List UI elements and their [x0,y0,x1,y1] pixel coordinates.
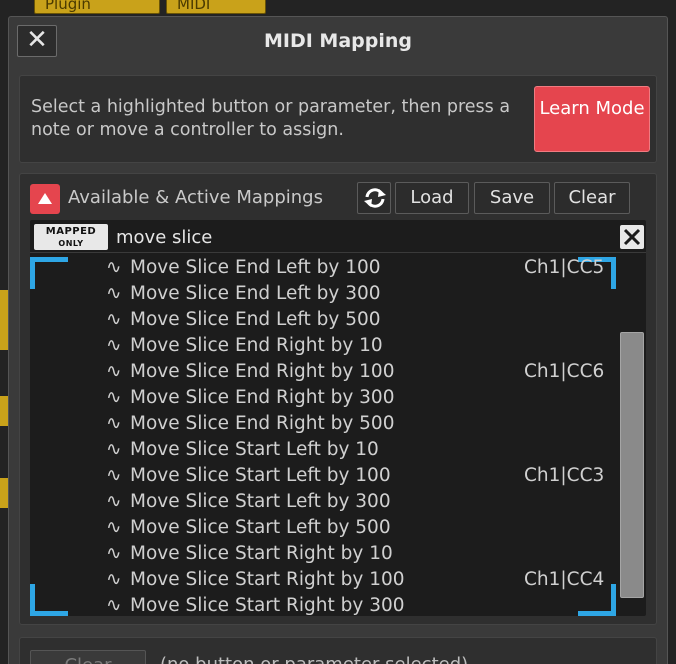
collapse-button[interactable] [30,184,60,214]
parameter-icon: ∿ [106,387,122,408]
info-panel: Select a highlighted button or parameter… [19,75,657,163]
clear-search-button[interactable] [620,225,644,249]
mapping-name: Move Slice End Right by 100 [130,361,395,382]
mapped-only-label: MAPPED [45,226,97,237]
clear-button[interactable]: Clear [554,182,630,214]
save-button[interactable]: Save [474,182,550,214]
section-label: Available & Active Mappings [68,187,323,208]
list-item[interactable]: ∿ Move Slice Start Left by 300 [30,490,618,516]
selection-status: (no button or parameter selected) [160,654,468,664]
background-tab-plugin[interactable]: Plugin [34,0,160,14]
mapping-assignment: Ch1|CC5 [524,257,605,278]
list-item[interactable]: ∿ Move Slice Start Right by 100 Ch1|CC4 [30,568,618,594]
mappings-list: MAPPED ONLY ∿ Move Slice End Left by 100 C… [30,220,646,616]
mapping-name: Move Slice Start Left by 300 [130,491,391,512]
mapping-rows: ∿ Move Slice End Left by 100 Ch1|CC5 ∿ Move … [30,256,618,620]
parameter-icon: ∿ [106,569,122,590]
mapping-name: Move Slice End Left by 100 [130,257,381,278]
background-tab-label: Plugin [45,0,91,13]
mapping-name: Move Slice End Left by 300 [130,283,381,304]
mapping-name: Move Slice End Right by 500 [130,413,395,434]
mapped-only-label: ONLY [58,239,84,248]
list-item[interactable]: ∿ Move Slice End Left by 100 Ch1|CC5 [30,256,618,282]
parameter-icon: ∿ [106,543,122,564]
mapping-name: Move Slice Start Left by 500 [130,517,391,538]
selection-panel: Clear (no button or parameter selected) [19,637,657,664]
instructions-text: Select a highlighted button or parameter… [31,97,511,140]
mapping-assignment: Ch1|CC4 [524,569,605,590]
list-item[interactable]: ∿ Move Slice End Right by 300 [30,386,618,412]
parameter-icon: ∿ [106,413,122,434]
list-item[interactable]: ∿ Move Slice Start Right by 10 [30,542,618,568]
mappings-panel: Available & Active Mappings Load Save Cl… [19,173,657,625]
parameter-icon: ∿ [106,465,122,486]
learn-mode-button[interactable]: Learn Mode [534,86,650,152]
search-input[interactable] [116,224,596,250]
mapping-assignment: Ch1|CC6 [524,361,605,382]
dialog-title: MIDI Mapping [263,30,412,52]
background-panel-edge [0,396,8,426]
mapped-only-toggle[interactable]: MAPPED ONLY [34,224,108,250]
load-button[interactable]: Load [395,182,469,214]
mapping-name: Move Slice End Right by 300 [130,387,395,408]
list-item[interactable]: ∿ Move Slice End Left by 300 [30,282,618,308]
parameter-icon: ∿ [106,491,122,512]
mapping-name: Move Slice Start Right by 10 [130,543,393,564]
background-tab-midi[interactable]: MIDI [166,0,266,14]
list-item[interactable]: ∿ Move Slice End Right by 10 [30,334,618,360]
refresh-icon [364,188,386,208]
dialog-titlebar: MIDI Mapping ✕ [9,17,667,65]
list-item[interactable]: ∿ Move Slice End Right by 100 Ch1|CC6 [30,360,618,386]
mapping-name: Move Slice End Right by 10 [130,335,383,356]
mapping-name: Move Slice Start Left by 100 [130,465,391,486]
background-panel-edge [0,478,8,508]
clear-selection-button[interactable]: Clear [30,650,146,664]
mapping-assignment: Ch1|CC3 [524,465,605,486]
refresh-button[interactable] [357,182,391,214]
list-item[interactable]: ∿ Move Slice Start Right by 300 [30,594,618,620]
mapping-name: Move Slice Start Right by 100 [130,569,405,590]
parameter-icon: ∿ [106,309,122,330]
background-panel-edge [0,290,8,350]
search-row: MAPPED ONLY [30,220,646,253]
background-tab-label: MIDI [177,0,211,13]
list-item[interactable]: ∿ Move Slice Start Left by 10 [30,438,618,464]
scrollbar-thumb[interactable] [620,332,644,598]
close-icon [623,228,641,246]
parameter-icon: ∿ [106,595,122,616]
triangle-up-icon [38,193,52,204]
parameter-icon: ∿ [106,335,122,356]
parameter-icon: ∿ [106,283,122,304]
list-item[interactable]: ∿ Move Slice End Left by 500 [30,308,618,334]
mapping-name: Move Slice End Left by 500 [130,309,381,330]
parameter-icon: ∿ [106,439,122,460]
parameter-icon: ∿ [106,361,122,382]
list-item[interactable]: ∿ Move Slice Start Left by 500 [30,516,618,542]
mapping-name: Move Slice Start Left by 10 [130,439,379,460]
list-item[interactable]: ∿ Move Slice End Right by 500 [30,412,618,438]
mapping-name: Move Slice Start Right by 300 [130,595,405,616]
close-button[interactable]: ✕ [17,25,57,57]
midi-mapping-dialog: MIDI Mapping ✕ Select a highlighted butt… [8,16,668,664]
parameter-icon: ∿ [106,517,122,538]
close-icon: ✕ [26,25,48,55]
parameter-icon: ∿ [106,257,122,278]
list-item[interactable]: ∿ Move Slice Start Left by 100 Ch1|CC3 [30,464,618,490]
